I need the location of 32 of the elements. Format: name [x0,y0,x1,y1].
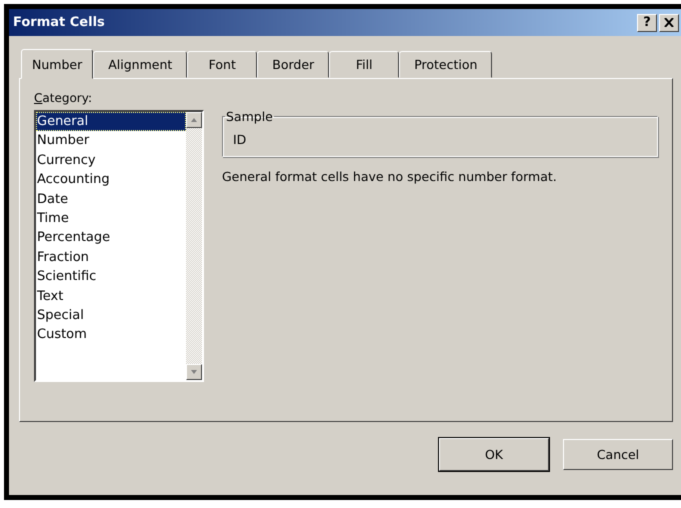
scroll-down-icon[interactable] [186,364,202,380]
scrollbar[interactable] [186,112,202,380]
tab[interactable]: Font [187,51,258,78]
list-item[interactable]: Scientific [36,267,186,287]
description-text: General format cells have no specific number format. [222,169,558,184]
list-item[interactable]: Time [36,209,186,228]
tab[interactable]: Protection [399,51,492,78]
list-item[interactable]: Percentage [36,228,186,248]
list-item[interactable]: Fraction [36,248,186,268]
sample-label: Sample [225,109,274,124]
list-item[interactable]: Number [36,131,186,151]
sample-value: ID [233,131,248,147]
close-button[interactable] [659,14,679,32]
ok-button[interactable]: OK [439,438,549,471]
list-item[interactable]: Text [36,286,186,306]
help-button[interactable]: ? [637,14,657,32]
list-item[interactable]: Custom [36,325,186,345]
list-item[interactable]: Accounting [36,170,186,190]
list-item[interactable]: Currency [36,150,186,170]
tab[interactable]: Border [257,51,330,78]
list-item[interactable]: General [36,112,186,132]
window-title: Format Cells [13,15,106,30]
close-icon [664,18,674,27]
tab[interactable]: Fill [329,51,400,78]
list-item[interactable]: Special [36,306,186,326]
cancel-button[interactable]: Cancel [563,439,673,470]
list-item[interactable]: Date [36,190,186,210]
category-list[interactable]: General Number Currency Accounting Date Time Percentage Fraction Scientific Text Special Custom [34,110,204,382]
tab[interactable]: Number [21,49,94,79]
scroll-up-icon[interactable] [186,112,202,128]
category-label: Category: [34,91,93,105]
tab[interactable]: Alignment [93,51,188,78]
